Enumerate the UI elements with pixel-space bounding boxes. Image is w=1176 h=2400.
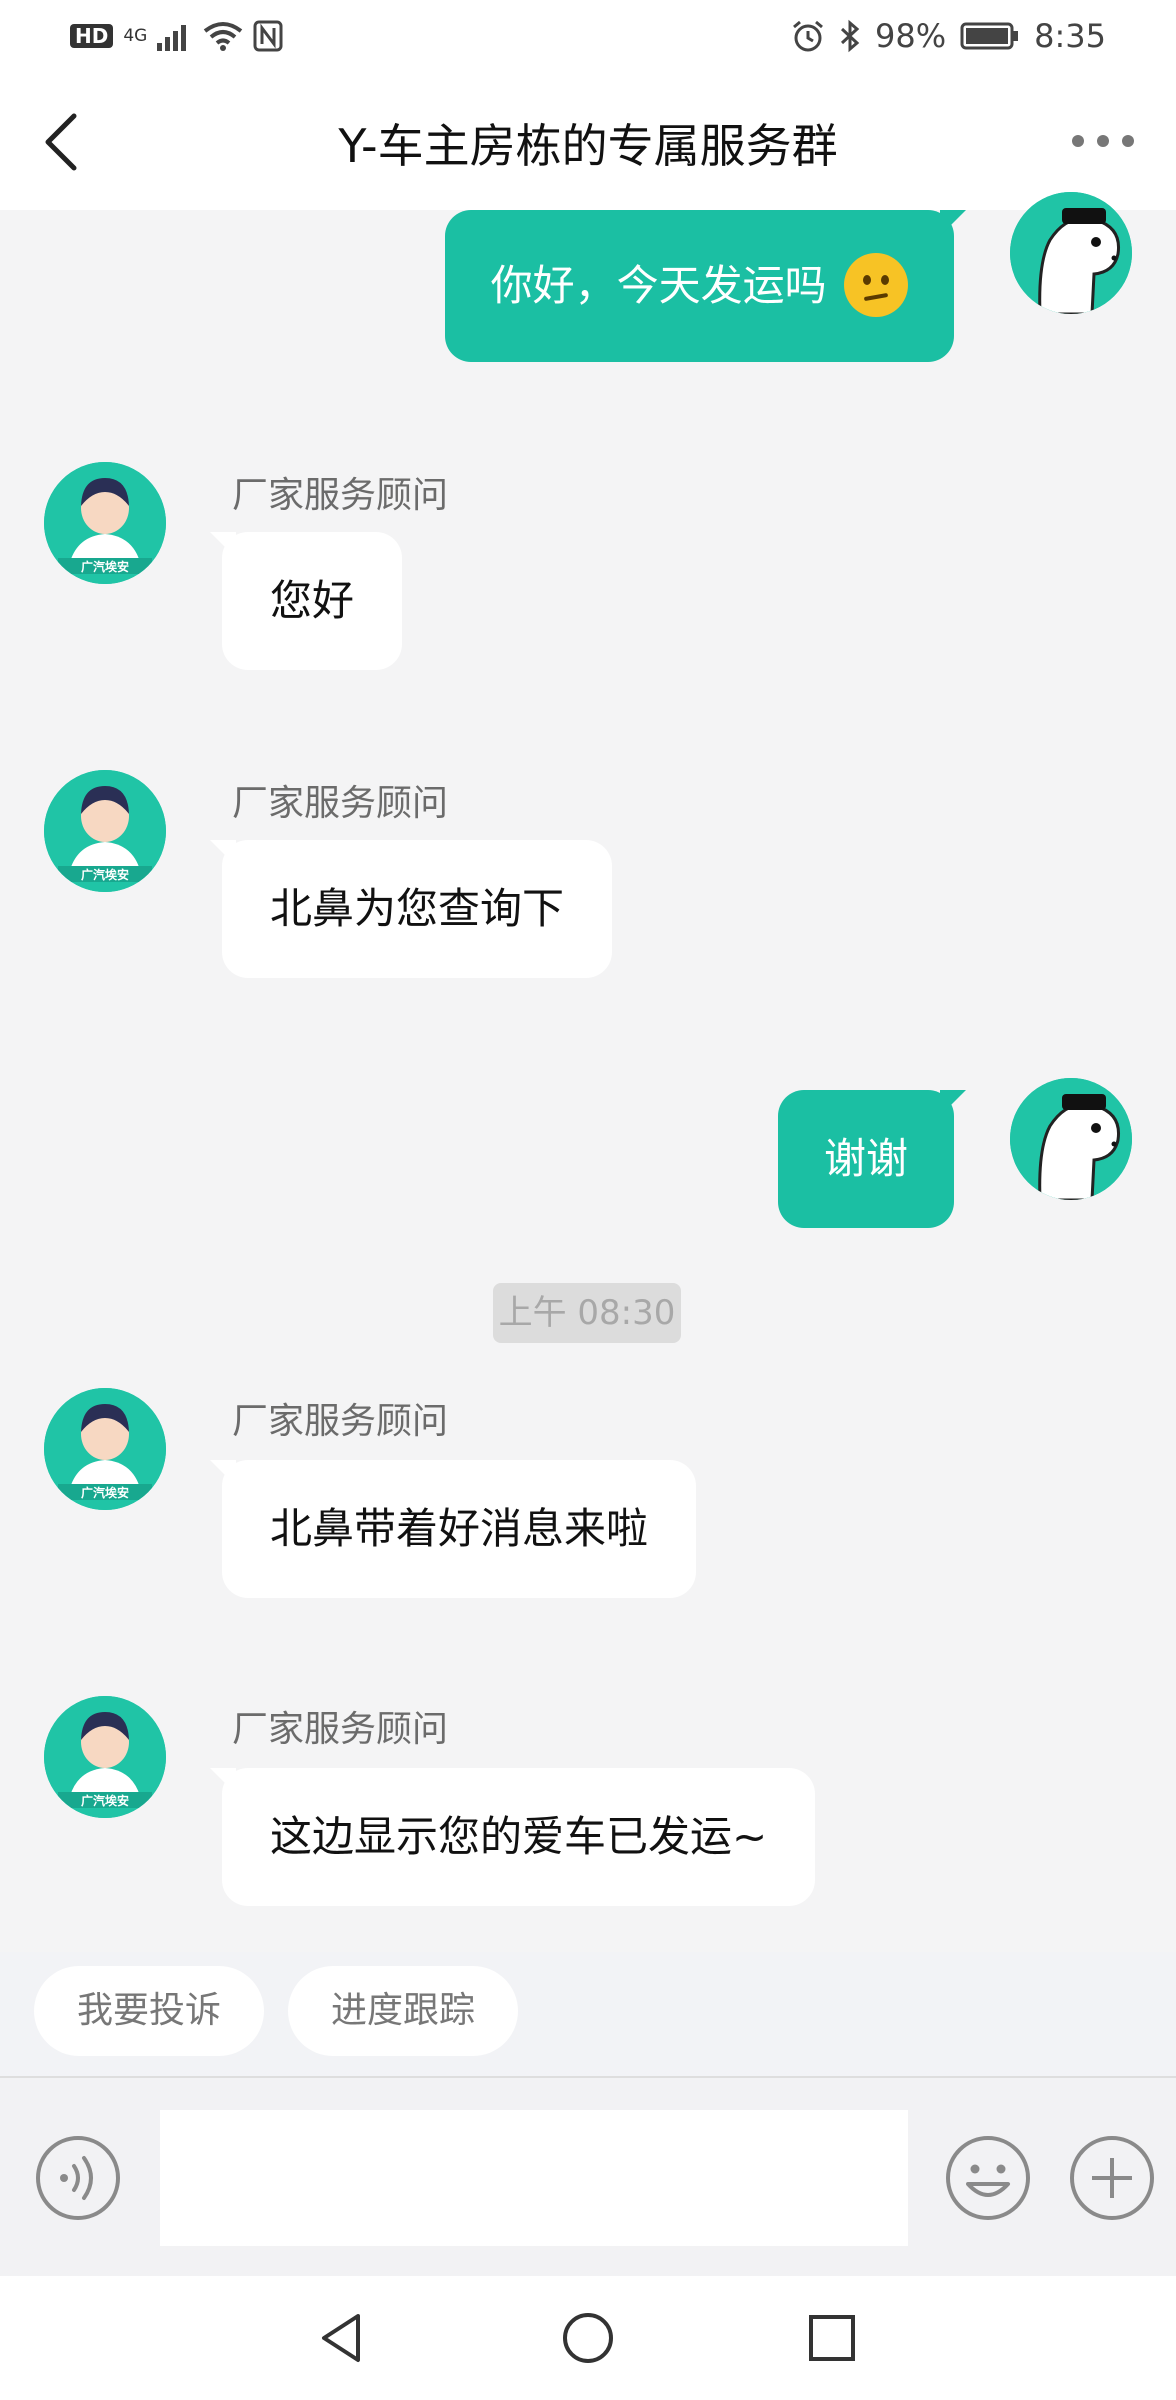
chat-title: Y-车主房栋的专属服务群 bbox=[338, 119, 838, 173]
quick-reply-complaint[interactable]: 我要投诉 bbox=[34, 1966, 264, 2056]
plus-icon bbox=[1070, 2136, 1154, 2220]
wifi-icon bbox=[204, 22, 243, 51]
square-recents-icon bbox=[809, 2315, 855, 2361]
voice-button[interactable] bbox=[34, 2134, 122, 2222]
avatar-caption: 广汽埃安 bbox=[80, 868, 129, 882]
message-bubble-in[interactable]: 这边显示您的爱车已发运~ bbox=[209, 1768, 816, 1906]
avatar-caption: 广汽埃安 bbox=[80, 1794, 129, 1808]
status-bar: HD 4G 98% 8:35 bbox=[0, 0, 1176, 72]
avatar-caption: 广汽埃安 bbox=[80, 560, 129, 574]
agent-avatar[interactable]: 广汽埃安 bbox=[44, 1388, 166, 1510]
message-bubble-in[interactable]: 您好 bbox=[209, 532, 403, 670]
plus-button[interactable] bbox=[1068, 2134, 1156, 2222]
network-type: 4G bbox=[123, 25, 148, 46]
quick-reply-bar: 我要投诉 进度跟踪 bbox=[0, 1952, 1176, 2076]
dinosaur-avatar-icon bbox=[1010, 1078, 1132, 1200]
nfc-icon bbox=[253, 20, 283, 52]
nav-recents-button[interactable] bbox=[802, 2308, 862, 2368]
alarm-icon bbox=[793, 20, 823, 52]
chat-header: Y-车主房栋的专属服务群 bbox=[0, 72, 1176, 210]
message-bubble-in[interactable]: 北鼻为您查询下 bbox=[209, 840, 613, 978]
emoji-icon bbox=[946, 2136, 1030, 2220]
time-divider: 上午 08:30 bbox=[493, 1283, 681, 1343]
message-bubble-in[interactable]: 北鼻带着好消息来啦 bbox=[209, 1460, 697, 1598]
input-bar bbox=[0, 2076, 1176, 2276]
chevron-left-icon bbox=[45, 113, 77, 171]
more-button[interactable] bbox=[1068, 118, 1138, 164]
agent-avatar[interactable]: 广汽埃安 bbox=[44, 1696, 166, 1818]
nav-home-button[interactable] bbox=[558, 2308, 618, 2368]
more-dots-icon bbox=[1072, 135, 1134, 147]
sender-name: 厂家服务顾问 bbox=[232, 475, 449, 516]
battery-icon bbox=[960, 22, 1019, 50]
agent-avatar[interactable]: 广汽埃安 bbox=[44, 770, 166, 892]
quick-reply-progress[interactable]: 进度跟踪 bbox=[288, 1966, 518, 2056]
user-avatar[interactable] bbox=[1010, 192, 1132, 314]
nav-back-button[interactable] bbox=[312, 2308, 372, 2368]
confused-face-emoji-icon bbox=[844, 252, 908, 317]
message-bubble-out[interactable]: 谢谢 bbox=[777, 1090, 967, 1228]
avatar-caption: 广汽埃安 bbox=[80, 1486, 129, 1500]
sender-name: 厂家服务顾问 bbox=[232, 1709, 449, 1750]
sender-name: 厂家服务顾问 bbox=[232, 1401, 449, 1442]
sender-name: 厂家服务顾问 bbox=[232, 783, 449, 824]
triangle-back-icon bbox=[322, 2314, 360, 2362]
voice-icon bbox=[36, 2136, 120, 2220]
message-input[interactable] bbox=[160, 2110, 908, 2246]
back-button[interactable] bbox=[38, 104, 108, 180]
system-nav-bar bbox=[0, 2276, 1176, 2400]
signal-icon bbox=[157, 25, 187, 51]
dinosaur-avatar-icon bbox=[1010, 192, 1132, 314]
battery-percent: 98% bbox=[875, 17, 947, 55]
bluetooth-icon bbox=[840, 19, 860, 53]
clock: 8:35 bbox=[1034, 17, 1106, 55]
message-text: 你好，今天发运吗 bbox=[490, 261, 827, 310]
message-bubble-out[interactable]: 你好，今天发运吗 bbox=[444, 210, 967, 362]
agent-avatar[interactable]: 广汽埃安 bbox=[44, 462, 166, 584]
user-avatar[interactable] bbox=[1010, 1078, 1132, 1200]
emoji-button[interactable] bbox=[944, 2134, 1032, 2222]
circle-home-icon bbox=[563, 2313, 613, 2363]
hd-badge: HD bbox=[70, 24, 114, 48]
